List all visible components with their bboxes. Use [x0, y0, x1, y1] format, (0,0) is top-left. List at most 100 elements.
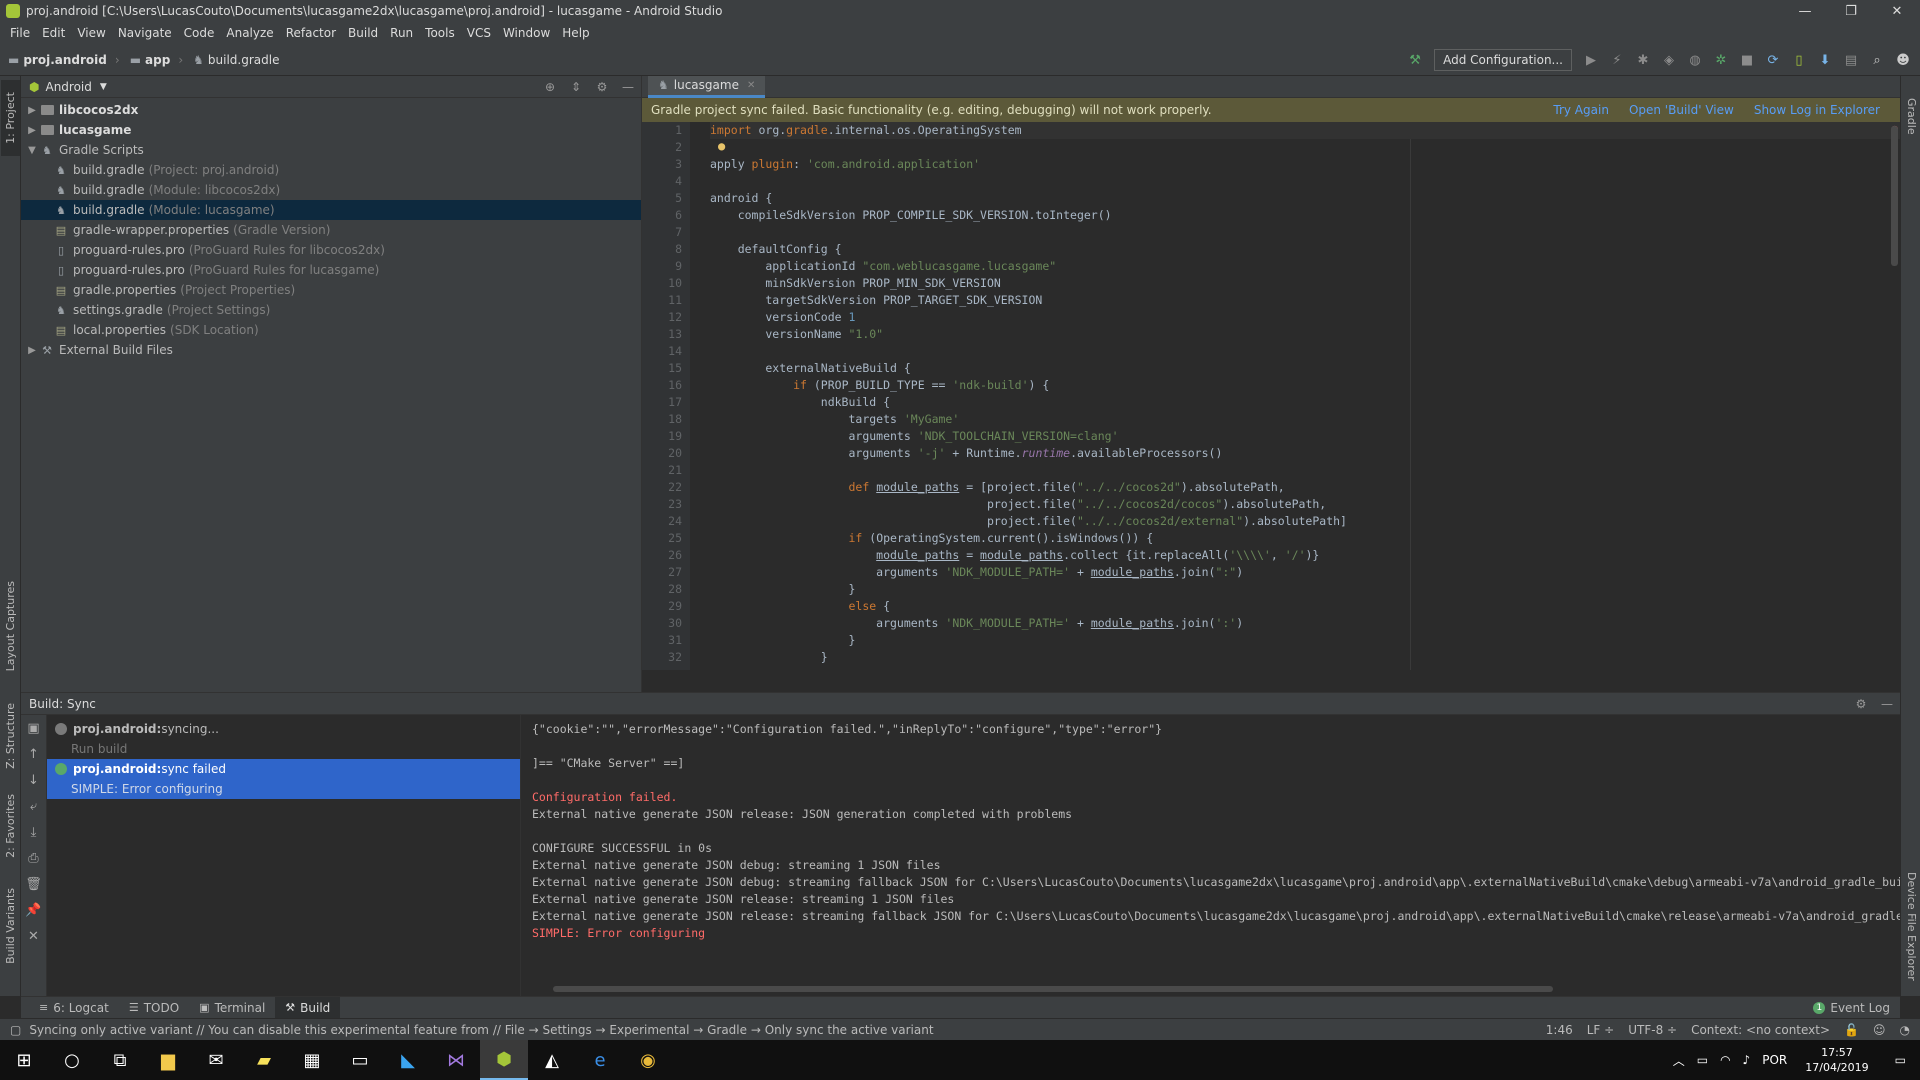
tab-build[interactable]: ⚒ Build	[275, 996, 341, 1019]
lightbulb-icon[interactable]: ●	[718, 139, 725, 153]
tree-item[interactable]: ▶ lucasgame	[21, 120, 641, 140]
chrome-icon[interactable]: ◉	[624, 1040, 672, 1080]
tab-6-logcat[interactable]: ≡ 6: Logcat	[29, 997, 119, 1019]
build-tree-item[interactable]: proj.android: sync failed	[47, 759, 520, 779]
menu-code[interactable]: Code	[178, 26, 221, 40]
project-structure-icon[interactable]: ▤	[1838, 47, 1864, 73]
locate-icon[interactable]: ⊕	[537, 80, 563, 94]
wifi-icon[interactable]: ◠	[1714, 1053, 1736, 1067]
build-tree-item[interactable]: Run build	[47, 739, 520, 759]
edge-icon[interactable]: e	[576, 1040, 624, 1080]
event-icon[interactable]: ◔	[1900, 1023, 1910, 1037]
arrow-up-icon[interactable]: ↑	[21, 741, 46, 767]
profile-icon[interactable]: ◈	[1656, 47, 1682, 73]
coverage-icon[interactable]: ◍	[1682, 47, 1708, 73]
arrow-down-icon[interactable]: ↓	[21, 767, 46, 793]
file-explorer-icon[interactable]: ▆	[144, 1040, 192, 1080]
menu-refactor[interactable]: Refactor	[280, 26, 342, 40]
gear-icon[interactable]: ⚙	[1848, 697, 1874, 711]
menu-run[interactable]: Run	[384, 26, 419, 40]
sdk-manager-icon[interactable]: ⬇	[1812, 47, 1838, 73]
collapse-all-icon[interactable]: ⇕	[563, 80, 589, 94]
windows-start-icon[interactable]: ⊞	[0, 1040, 48, 1080]
open-build-view-link[interactable]: Open 'Build' View	[1629, 103, 1734, 117]
minimize-icon[interactable]: —	[1782, 0, 1828, 22]
lock-icon[interactable]: 🔓	[1844, 1023, 1859, 1037]
tree-item[interactable]: ▼ ♞ Gradle Scripts	[21, 140, 641, 160]
vscode-icon[interactable]: ◣	[384, 1040, 432, 1080]
notifications-icon[interactable]: ▭	[1881, 1053, 1920, 1067]
menu-view[interactable]: View	[71, 26, 111, 40]
close-icon[interactable]: ✕	[21, 923, 46, 949]
trash-icon[interactable]: 🗑	[21, 871, 46, 897]
tree-item[interactable]: ▶ ⚒ External Build Files	[21, 340, 641, 360]
tree-item[interactable]: ♞ build.gradle (Module: libcocos2dx)	[21, 180, 641, 200]
tab-build-variants[interactable]: Build Variants	[1, 876, 20, 976]
menu-analyze[interactable]: Analyze	[220, 26, 279, 40]
sticky-notes-icon[interactable]: ▰	[240, 1040, 288, 1080]
gear-icon[interactable]: ⚙	[589, 80, 615, 94]
tab-lucasgame[interactable]: ♞ lucasgame ✕	[648, 75, 766, 98]
code-area[interactable]: 1 2 3 4 5 6 7 8 9 10 11 12 13 14 15 16 17 18 19 20 21 22 23 24 2…	[642, 122, 1900, 670]
visual-studio-icon[interactable]: ⋈	[432, 1040, 480, 1080]
add-configuration-button[interactable]: Add Configuration...	[1434, 49, 1572, 71]
tree-item[interactable]: ▯ proguard-rules.pro (ProGuard Rules for l…	[21, 260, 641, 280]
battery-icon[interactable]: ▭	[1691, 1053, 1714, 1067]
project-view-selector[interactable]: Android	[45, 80, 91, 94]
breadcrumb-project[interactable]: ▬ proj.android ›	[8, 53, 120, 67]
tab-favorites[interactable]: 2: Favorites	[1, 786, 20, 866]
tab-terminal[interactable]: ▣ Terminal	[189, 997, 275, 1019]
tree-item[interactable]: ▤ gradle.properties (Project Properties)	[21, 280, 641, 300]
debug-icon[interactable]: ✱	[1630, 47, 1656, 73]
status-toggle-icon[interactable]: ▢	[10, 1023, 21, 1037]
soft-wrap-icon[interactable]: ⤶	[21, 793, 46, 819]
tab-device-file-explorer[interactable]: Device File Explorer	[1902, 866, 1920, 986]
calculator-icon[interactable]: ▦	[288, 1040, 336, 1080]
tab-gradle[interactable]: Gradle	[1902, 86, 1920, 146]
tree-item[interactable]: ▶ libcocos2dx	[21, 100, 641, 120]
task-view-icon[interactable]: ⧉	[96, 1040, 144, 1080]
menu-window[interactable]: Window	[497, 26, 556, 40]
editor-scrollbar[interactable]	[1891, 126, 1898, 266]
scroll-to-end-icon[interactable]: ⤓	[21, 819, 46, 845]
make-project-icon[interactable]: ⚒	[1402, 47, 1428, 73]
menu-build[interactable]: Build	[342, 26, 384, 40]
cortana-icon[interactable]: ○	[48, 1040, 96, 1080]
menu-navigate[interactable]: Navigate	[112, 26, 178, 40]
apply-changes-icon[interactable]: ⚡	[1604, 47, 1630, 73]
sync-gradle-icon[interactable]: ⟳	[1760, 47, 1786, 73]
menu-file[interactable]: File	[4, 26, 36, 40]
show-log-link[interactable]: Show Log in Explorer	[1754, 103, 1880, 117]
tree-item[interactable]: ♞ build.gradle (Module: lucasgame)	[21, 200, 641, 220]
tree-item[interactable]: ▤ gradle-wrapper.properties (Gradle Versio…	[21, 220, 641, 240]
event-log-button[interactable]: 1 Event Log	[1813, 1001, 1890, 1015]
tree-item[interactable]: ♞ settings.gradle (Project Settings)	[21, 300, 641, 320]
tab-layout-captures[interactable]: Layout Captures	[1, 576, 20, 676]
tree-item[interactable]: ♞ build.gradle (Project: proj.android)	[21, 160, 641, 180]
expand-arrow-icon[interactable]: ▶	[25, 345, 39, 356]
menu-tools[interactable]: Tools	[419, 26, 461, 40]
pin-icon[interactable]: 📌	[21, 897, 46, 923]
print-icon[interactable]: ⎙	[21, 845, 46, 871]
tab-structure[interactable]: Z: Structure	[1, 696, 20, 776]
unity-icon[interactable]: ◭	[528, 1040, 576, 1080]
build-tree-item[interactable]: SIMPLE: Error configuring	[47, 779, 520, 799]
expand-arrow-icon[interactable]: ▼	[25, 145, 39, 156]
close-tab-icon[interactable]: ✕	[747, 80, 755, 91]
close-icon[interactable]: ✕	[1874, 0, 1920, 22]
android-studio-taskbar-icon[interactable]: ⬢	[480, 1040, 528, 1080]
menu-edit[interactable]: Edit	[36, 26, 71, 40]
tab-project[interactable]: 1: Project	[1, 80, 20, 156]
attach-debugger-icon[interactable]: ✲	[1708, 47, 1734, 73]
avd-manager-icon[interactable]: ▯	[1786, 47, 1812, 73]
expand-arrow-icon[interactable]: ▶	[25, 125, 39, 136]
breadcrumb-app[interactable]: ▬ app ›	[130, 53, 183, 67]
code-lines[interactable]: import org.gradle.internal.os.OperatingS…	[710, 122, 1900, 666]
toggle-view-icon[interactable]: ▣	[21, 715, 46, 741]
mail-icon[interactable]: ✉	[192, 1040, 240, 1080]
tree-item[interactable]: ▯ proguard-rules.pro (ProGuard Rules for l…	[21, 240, 641, 260]
restore-icon[interactable]: ❐	[1828, 0, 1874, 22]
menu-help[interactable]: Help	[556, 26, 595, 40]
breadcrumb-file[interactable]: ♞ build.gradle	[193, 53, 279, 67]
build-tree-item[interactable]: proj.android: syncing...	[47, 719, 520, 739]
